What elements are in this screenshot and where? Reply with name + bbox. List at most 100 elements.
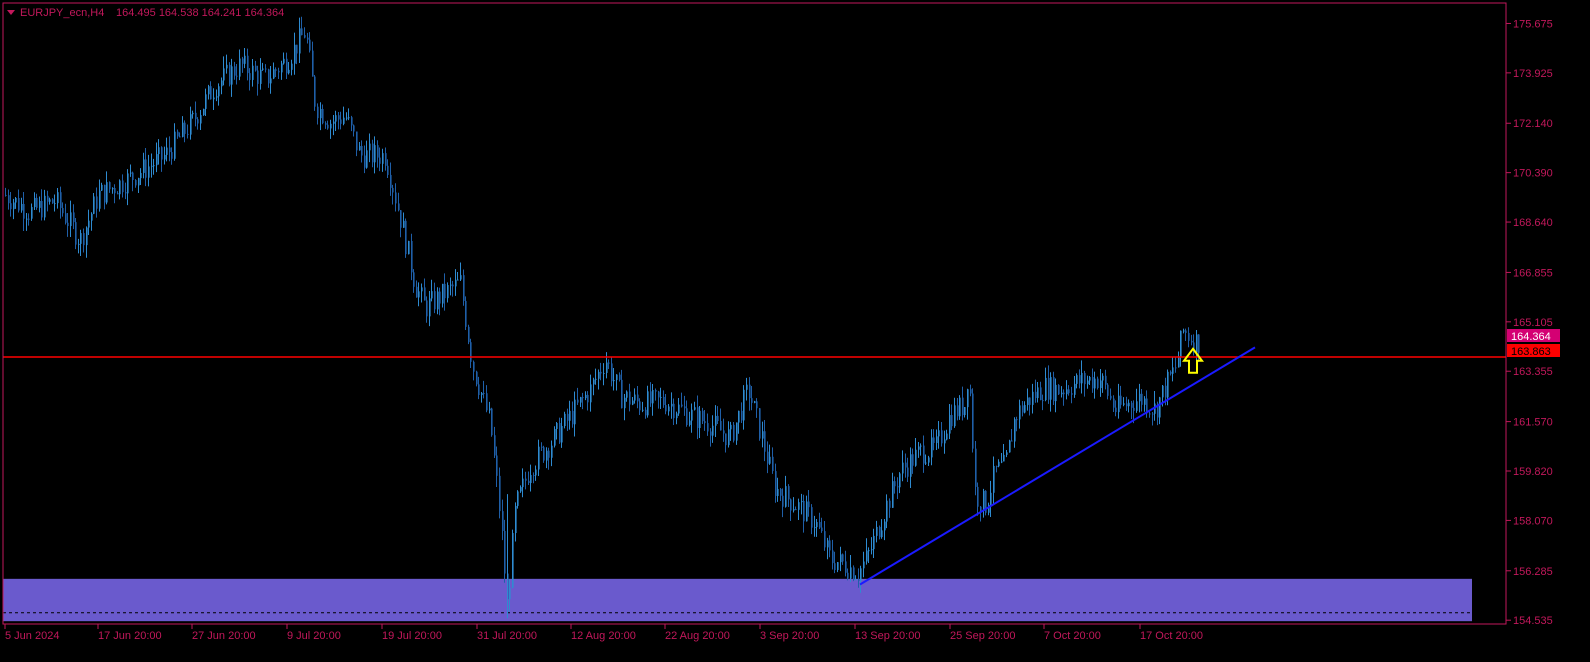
candle-body (814, 527, 816, 529)
candle-body (478, 384, 480, 396)
candle-body (486, 393, 488, 411)
candle-body (418, 291, 420, 298)
candle-body (801, 500, 803, 503)
candle-body (106, 182, 108, 203)
candle-body (15, 197, 17, 203)
candle-body (333, 121, 335, 124)
candle-body (881, 530, 883, 538)
candle-body (47, 195, 49, 202)
candle-body (611, 363, 613, 382)
candle-body (517, 491, 519, 506)
candle-body (632, 400, 634, 405)
candle-body (296, 44, 298, 54)
candle-body (385, 153, 387, 166)
candle-body (762, 431, 764, 439)
candle-body (1191, 340, 1193, 343)
candle-body (629, 391, 631, 405)
candle-body (710, 431, 712, 436)
candle-body (205, 94, 207, 109)
candle-body (733, 424, 735, 441)
candle-body (720, 421, 722, 431)
y-tick-label: 159.820 (1513, 466, 1553, 478)
candle-body (829, 540, 831, 551)
candle-body (600, 371, 602, 374)
candle-body (980, 506, 982, 511)
candle-body (138, 178, 140, 186)
candle-body (41, 200, 43, 218)
candle-body (31, 207, 33, 219)
candle-body (1105, 375, 1107, 385)
candle-body (928, 457, 930, 463)
candle-body (70, 212, 72, 227)
price-chart[interactable]: 175.675 173.925 172.140 170.390 168.640 166.8… (0, 0, 1590, 657)
candle-body (1055, 384, 1057, 402)
candle-body (8, 195, 10, 204)
candle-body (790, 499, 792, 511)
candle-body (621, 379, 623, 409)
candle-body (1126, 403, 1128, 407)
candle-body (837, 562, 839, 571)
x-tick-label: 27 Jun 20:00 (192, 630, 256, 642)
candle-body (1128, 402, 1130, 407)
candle-body (889, 500, 891, 508)
candle-body (281, 63, 283, 73)
chart-window[interactable]: 175.675 173.925 172.140 170.390 168.640 166.8… (0, 0, 1590, 657)
candle-body (494, 435, 496, 456)
candle-body (730, 424, 732, 430)
y-tick-label: 156.285 (1513, 566, 1553, 578)
candle-body (676, 413, 678, 419)
candle-body (320, 108, 322, 119)
x-tick-label: 3 Sep 20:00 (760, 630, 819, 642)
candle-body (624, 397, 626, 409)
x-tick-label: 25 Sep 20:00 (950, 630, 1015, 642)
candle-body (379, 157, 381, 164)
candle-body (528, 480, 530, 483)
candle-body (1198, 334, 1200, 353)
candle-body (177, 131, 179, 137)
candle-body (1092, 377, 1094, 389)
candle-body (671, 403, 673, 407)
candle-body (795, 509, 797, 511)
candle-body (866, 550, 868, 562)
candle-body (938, 430, 940, 437)
y-tick-label: 173.925 (1513, 68, 1553, 80)
chart-background (0, 0, 1590, 657)
candle-body (686, 408, 688, 425)
candle-body (1170, 371, 1172, 374)
candle-body (338, 115, 340, 120)
candle-body (135, 180, 137, 186)
candle-body (234, 66, 236, 76)
candle-body (93, 196, 95, 214)
candle-body (257, 70, 259, 84)
candle-body (798, 502, 800, 510)
candle-body (174, 131, 176, 159)
candle-body (476, 371, 478, 385)
candle-body (977, 486, 979, 507)
candle-body (361, 146, 363, 156)
candle-body (1053, 377, 1055, 402)
candle-body (1087, 380, 1089, 385)
x-tick-label: 19 Jul 20:00 (382, 630, 442, 642)
candle-body (424, 287, 426, 301)
candle-body (450, 284, 452, 286)
candle-body (546, 450, 548, 461)
x-tick-label: 12 Aug 20:00 (571, 630, 636, 642)
candle-body (777, 489, 779, 496)
candle-body (1159, 397, 1161, 418)
candle-body (343, 117, 345, 124)
y-tick-label: 154.535 (1513, 615, 1553, 627)
candle-body (44, 195, 46, 218)
candle-body (665, 405, 667, 412)
candle-body (673, 403, 675, 419)
candle-body (879, 526, 881, 538)
candle-body (548, 450, 550, 458)
candle-body (21, 203, 23, 211)
candle-body (993, 465, 995, 493)
candle-body (34, 197, 36, 208)
candle-body (312, 50, 314, 77)
candle-body (1009, 440, 1011, 453)
candle-body (522, 478, 524, 488)
candle-body (468, 326, 470, 343)
candle-body (452, 284, 454, 287)
candle-body (634, 394, 636, 401)
